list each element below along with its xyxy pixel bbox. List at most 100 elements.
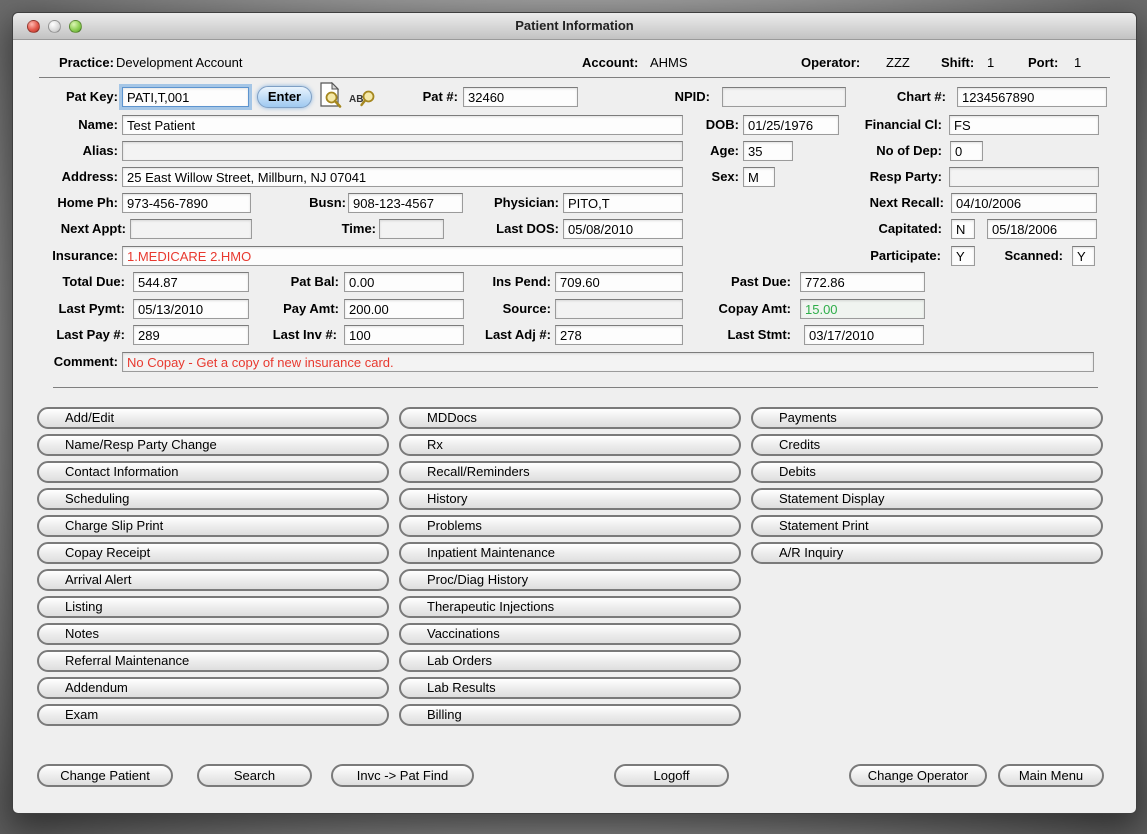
- past-due-input[interactable]: [800, 272, 925, 292]
- change-operator-button[interactable]: Change Operator: [849, 764, 987, 787]
- capitated-flag-input[interactable]: [951, 219, 975, 239]
- statement-print-button[interactable]: Statement Print: [751, 515, 1103, 537]
- capitated-label: Capitated:: [833, 219, 942, 239]
- busn-input[interactable]: [348, 193, 463, 213]
- invc-pat-find-button[interactable]: Invc -> Pat Find: [331, 764, 474, 787]
- vaccinations-button[interactable]: Vaccinations: [399, 623, 741, 645]
- title-bar[interactable]: Patient Information: [13, 13, 1136, 40]
- no-of-dep-input[interactable]: [950, 141, 983, 161]
- no-of-dep-label: No of Dep:: [843, 141, 942, 161]
- scanned-label: Scanned:: [993, 246, 1063, 266]
- change-patient-button[interactable]: Change Patient: [37, 764, 173, 787]
- age-label: Age:: [679, 141, 739, 161]
- problems-button[interactable]: Problems: [399, 515, 741, 537]
- add-edit-button[interactable]: Add/Edit: [37, 407, 389, 429]
- name-resp-party-change-button[interactable]: Name/Resp Party Change: [37, 434, 389, 456]
- ins-pend-input[interactable]: [555, 272, 683, 292]
- recall-reminders-button[interactable]: Recall/Reminders: [399, 461, 741, 483]
- credits-button[interactable]: Credits: [751, 434, 1103, 456]
- proc-diag-history-button[interactable]: Proc/Diag History: [399, 569, 741, 591]
- pat-bal-input[interactable]: [344, 272, 464, 292]
- next-appt-label: Next Appt:: [21, 219, 126, 239]
- debits-button[interactable]: Debits: [751, 461, 1103, 483]
- alphabetic-search-icon[interactable]: AB: [349, 89, 379, 113]
- charge-slip-print-button[interactable]: Charge Slip Print: [37, 515, 389, 537]
- source-input[interactable]: [555, 299, 683, 319]
- search-button[interactable]: Search: [197, 764, 312, 787]
- main-menu-button[interactable]: Main Menu: [998, 764, 1104, 787]
- comment-input[interactable]: [122, 352, 1094, 372]
- next-recall-label: Next Recall:: [833, 193, 944, 213]
- rx-button[interactable]: Rx: [399, 434, 741, 456]
- scheduling-button[interactable]: Scheduling: [37, 488, 389, 510]
- chart-num-input[interactable]: [957, 87, 1107, 107]
- payments-button[interactable]: Payments: [751, 407, 1103, 429]
- shift-label: Shift:: [941, 53, 974, 73]
- minimize-button[interactable]: [48, 20, 61, 33]
- alias-label: Alias:: [21, 141, 118, 161]
- copay-amt-input[interactable]: [800, 299, 925, 319]
- age-input[interactable]: [743, 141, 793, 161]
- last-inv-num-input[interactable]: [344, 325, 464, 345]
- last-pay-num-input[interactable]: [133, 325, 249, 345]
- last-stmt-input[interactable]: [804, 325, 924, 345]
- participate-input[interactable]: [951, 246, 975, 266]
- resp-party-label: Resp Party:: [833, 167, 942, 187]
- listing-button[interactable]: Listing: [37, 596, 389, 618]
- pat-num-input[interactable]: [463, 87, 578, 107]
- resp-party-input[interactable]: [949, 167, 1099, 187]
- name-input[interactable]: [122, 115, 683, 135]
- addendum-button[interactable]: Addendum: [37, 677, 389, 699]
- arrival-alert-button[interactable]: Arrival Alert: [37, 569, 389, 591]
- statement-display-button[interactable]: Statement Display: [751, 488, 1103, 510]
- close-button[interactable]: [27, 20, 40, 33]
- ar-inquiry-button[interactable]: A/R Inquiry: [751, 542, 1103, 564]
- mddocs-button[interactable]: MDDocs: [399, 407, 741, 429]
- lab-results-button[interactable]: Lab Results: [399, 677, 741, 699]
- enter-button[interactable]: Enter: [257, 86, 312, 108]
- address-input[interactable]: [122, 167, 683, 187]
- npid-input[interactable]: [722, 87, 846, 107]
- practice-value: Development Account: [116, 53, 242, 73]
- port-value: 1: [1074, 53, 1081, 73]
- alias-input[interactable]: [122, 141, 683, 161]
- notes-button[interactable]: Notes: [37, 623, 389, 645]
- referral-maintenance-button[interactable]: Referral Maintenance: [37, 650, 389, 672]
- contact-information-button[interactable]: Contact Information: [37, 461, 389, 483]
- next-recall-input[interactable]: [951, 193, 1097, 213]
- account-value: AHMS: [650, 53, 688, 73]
- document-search-icon[interactable]: [319, 82, 342, 113]
- last-dos-input[interactable]: [563, 219, 683, 239]
- last-pymt-input[interactable]: [133, 299, 249, 319]
- scanned-input[interactable]: [1072, 246, 1095, 266]
- last-dos-label: Last DOS:: [469, 219, 559, 239]
- header-divider: [39, 77, 1110, 78]
- last-inv-num-label: Last Inv #:: [247, 325, 337, 345]
- pay-amt-input[interactable]: [344, 299, 464, 319]
- copay-receipt-button[interactable]: Copay Receipt: [37, 542, 389, 564]
- home-ph-input[interactable]: [122, 193, 251, 213]
- next-appt-input[interactable]: [130, 219, 252, 239]
- pat-key-input[interactable]: [122, 87, 249, 107]
- physician-input[interactable]: [563, 193, 683, 213]
- pat-bal-label: Pat Bal:: [269, 272, 339, 292]
- insurance-input[interactable]: [122, 246, 683, 266]
- zoom-button[interactable]: [69, 20, 82, 33]
- inpatient-maintenance-button[interactable]: Inpatient Maintenance: [399, 542, 741, 564]
- dob-input[interactable]: [743, 115, 839, 135]
- financial-cl-input[interactable]: [949, 115, 1099, 135]
- chart-num-label: Chart #:: [863, 87, 946, 107]
- last-adj-num-input[interactable]: [555, 325, 683, 345]
- exam-button[interactable]: Exam: [37, 704, 389, 726]
- sex-input[interactable]: [743, 167, 775, 187]
- therapeutic-injections-button[interactable]: Therapeutic Injections: [399, 596, 741, 618]
- logoff-button[interactable]: Logoff: [614, 764, 729, 787]
- lab-orders-button[interactable]: Lab Orders: [399, 650, 741, 672]
- billing-button[interactable]: Billing: [399, 704, 741, 726]
- history-button[interactable]: History: [399, 488, 741, 510]
- capitated-date-input[interactable]: [987, 219, 1097, 239]
- participate-label: Participate:: [823, 246, 941, 266]
- name-label: Name:: [21, 115, 118, 135]
- time-input[interactable]: [379, 219, 444, 239]
- total-due-input[interactable]: [133, 272, 249, 292]
